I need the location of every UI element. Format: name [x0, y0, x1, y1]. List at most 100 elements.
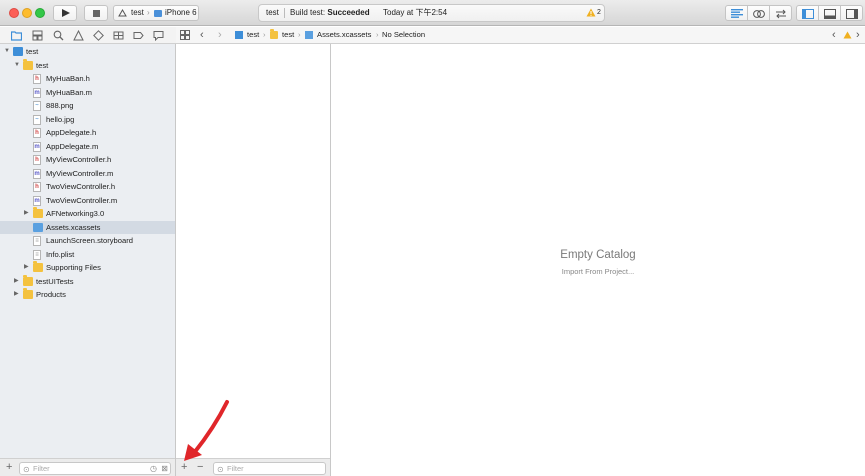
scm-filter-icon[interactable]: ⊠	[161, 463, 168, 474]
tree-row[interactable]: h TwoViewController.h	[0, 180, 175, 194]
tree-row-label: Supporting Files	[46, 263, 101, 272]
tree-row[interactable]: m MyViewController.m	[0, 167, 175, 181]
issue-navigator-icon[interactable]	[73, 30, 84, 41]
toggle-utilities-button[interactable]	[840, 5, 863, 21]
tree-row-label: 888.png	[46, 101, 74, 110]
breadcrumb-group[interactable]: test	[282, 27, 294, 43]
tree-row-label: AFNetworking3.0	[46, 209, 105, 218]
tree-row-label: Info.plist	[46, 249, 75, 259]
activity-viewer: test Build test: Succeeded Today at 下午2:…	[258, 4, 605, 22]
navigator-filter-field[interactable]: ⊙ Filter ◷ ⊠	[19, 462, 171, 475]
tree-row[interactable]: ≡ Info.plist	[0, 248, 175, 262]
symbol-navigator-icon[interactable]	[32, 30, 43, 41]
scheme-name: test	[131, 8, 144, 17]
minimize-window-button[interactable]	[22, 8, 32, 18]
breadcrumb-selection[interactable]: No Selection	[382, 27, 425, 43]
asset-catalog-editor: Empty Catalog Import From Project...	[331, 44, 865, 476]
chevron-right-icon: ›	[376, 30, 379, 39]
image-file-icon: ~	[33, 114, 41, 125]
tree-row[interactable]: m AppDelegate.m	[0, 140, 175, 154]
tree-row[interactable]: m MyHuaBan.m	[0, 86, 175, 100]
header-file-icon: h	[33, 74, 41, 84]
stop-button[interactable]	[84, 5, 108, 21]
disclosure-closed-icon[interactable]: ▶	[24, 261, 29, 275]
tree-row[interactable]: h MyViewController.h	[0, 153, 175, 167]
report-navigator-icon[interactable]	[153, 30, 164, 41]
previous-issue-button[interactable]: ‹	[832, 27, 836, 43]
tree-row[interactable]: ~888.png	[0, 99, 175, 113]
scheme-selector[interactable]: test › iPhone 6	[113, 5, 199, 21]
toggle-navigator-button[interactable]	[796, 5, 819, 21]
run-button[interactable]	[53, 5, 77, 21]
recent-files-icon[interactable]: ◷	[150, 463, 157, 474]
app-target-icon	[118, 9, 127, 17]
build-time: Today at 下午2:54	[383, 8, 448, 17]
lines-icon	[731, 9, 743, 18]
image-file-icon: ~	[33, 101, 41, 111]
tree-row[interactable]: m TwoViewController.m	[0, 194, 175, 208]
tree-row-label: Products	[36, 290, 66, 299]
folder-icon	[270, 29, 278, 39]
source-file-icon: m	[33, 87, 41, 98]
tree-row-label: testUITests	[36, 276, 74, 286]
project-navigator: ▼ test ▼ test h MyHuaBan.h m MyHuaBan.m ~888.png…	[0, 27, 176, 476]
tree-row[interactable]: ▶ Products	[0, 288, 175, 302]
folder-icon[interactable]	[11, 30, 22, 41]
close-window-button[interactable]	[9, 8, 19, 18]
zoom-window-button[interactable]	[35, 8, 45, 18]
toggle-debug-area-button[interactable]	[818, 5, 841, 21]
tree-row[interactable]: h MyHuaBan.h	[0, 72, 175, 86]
tree-row[interactable]: ▶ testUITests	[0, 274, 175, 289]
add-file-button[interactable]: +	[6, 461, 12, 473]
standard-editor-button[interactable]	[725, 5, 748, 21]
tree-row-label: MyViewController.m	[46, 168, 114, 178]
disclosure-closed-icon[interactable]: ▶	[24, 207, 29, 221]
tree-row-label: MyHuaBan.h	[46, 74, 90, 83]
header-file-icon: h	[33, 155, 41, 165]
tree-row[interactable]: ▶ AFNetworking3.0	[0, 207, 175, 221]
linked-circles-icon	[753, 10, 765, 18]
version-editor-button[interactable]	[769, 5, 792, 21]
tree-row-label: test	[36, 60, 49, 70]
import-from-project-link[interactable]: Import From Project...	[331, 267, 865, 276]
assistant-editor-button[interactable]	[747, 5, 770, 21]
tree-row-label: TwoViewController.h	[46, 182, 116, 191]
disclosure-closed-icon[interactable]: ▶	[14, 288, 19, 302]
activity-divider	[284, 8, 285, 18]
project-icon	[235, 31, 243, 39]
tree-row-label: AppDelegate.m	[46, 141, 99, 151]
tree-row[interactable]: ▼ test	[0, 58, 175, 73]
header-file-icon: h	[33, 182, 41, 192]
tree-row-label: MyHuaBan.m	[46, 87, 93, 97]
breadcrumb-project[interactable]: test	[247, 27, 259, 43]
source-file-icon: m	[33, 168, 41, 179]
next-issue-button[interactable]: ›	[856, 27, 860, 43]
forward-button[interactable]: ›	[218, 27, 222, 43]
search-icon[interactable]	[53, 30, 64, 41]
disclosure-open-icon[interactable]: ▼	[14, 59, 20, 73]
tree-row[interactable]: ~ hello.jpg	[0, 113, 175, 127]
tree-row-label: MyViewController.h	[46, 155, 112, 164]
build-status-prefix: Build test:	[290, 8, 328, 17]
stop-icon	[93, 10, 100, 17]
tree-row[interactable]: h AppDelegate.h	[0, 126, 175, 140]
tree-row[interactable]: ≡ LaunchScreen.storyboard	[0, 234, 175, 248]
activity-project: test	[266, 8, 279, 17]
tree-row[interactable]: ▼ test	[0, 45, 175, 59]
asset-catalog-icon	[33, 222, 43, 232]
right-panel-icon	[846, 9, 858, 19]
test-navigator-icon[interactable]	[93, 30, 104, 41]
tree-row-label: test	[26, 47, 39, 56]
related-items-icon[interactable]	[180, 30, 190, 40]
tree-row[interactable]: ▶ Supporting Files	[0, 261, 175, 275]
empty-catalog-label: Empty Catalog	[560, 249, 636, 261]
debug-navigator-icon[interactable]	[113, 30, 124, 41]
warning-icon[interactable]	[586, 8, 596, 17]
disclosure-open-icon[interactable]: ▼	[4, 45, 10, 59]
breakpoint-navigator-icon[interactable]	[133, 30, 144, 41]
warning-icon[interactable]	[843, 31, 852, 39]
disclosure-closed-icon[interactable]: ▶	[14, 275, 19, 289]
breadcrumb-file[interactable]: Assets.xcassets	[317, 27, 371, 43]
back-button[interactable]: ‹	[200, 27, 204, 43]
tree-row[interactable]: Assets.xcassets	[0, 220, 175, 234]
